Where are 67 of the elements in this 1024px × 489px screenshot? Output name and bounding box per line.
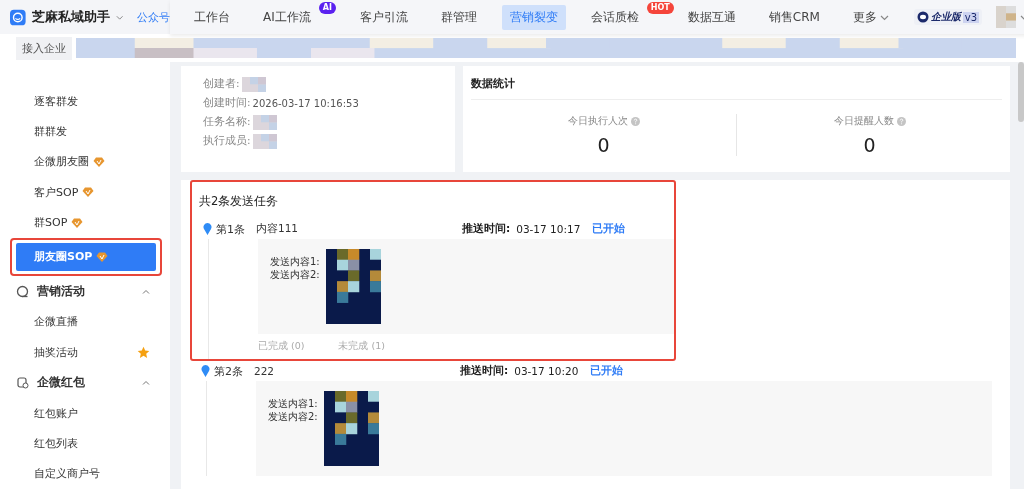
status-label: 已开始 (590, 364, 624, 378)
diamond-icon (93, 155, 105, 168)
diamond-icon (71, 216, 84, 229)
caret-icon[interactable] (142, 287, 150, 296)
content-label: 发送内容2: (268, 410, 318, 423)
help-icon (630, 116, 640, 126)
stat-value: 0 (597, 134, 610, 156)
content-label: 发送内容1: (270, 255, 320, 268)
content-label: 发送内容2: (270, 268, 320, 281)
sidebar-item[interactable]: 逐客群发 (0, 86, 170, 117)
status-label: 已开始 (592, 222, 626, 236)
stat-label: 今日执行人次 (567, 114, 628, 128)
stat-value: 0 (863, 134, 876, 156)
push-time: 03-17 10:17 (516, 223, 582, 235)
nav-tab[interactable]: 数据互通 (679, 4, 744, 30)
caret-icon[interactable] (142, 378, 150, 387)
task-content: 内容111 (256, 222, 300, 236)
star-icon (137, 345, 150, 359)
stat-label: 今日提醒人数 (833, 114, 894, 128)
nav-tab[interactable]: 会话质检 (582, 4, 647, 30)
sidebar-item[interactable]: 群SOP (0, 207, 170, 238)
field-label: 创建时间: (203, 96, 251, 110)
task-index: 第2条 (214, 363, 244, 379)
nav-tab[interactable]: 更多 (844, 4, 897, 30)
help-icon (896, 116, 906, 126)
sidebar-item[interactable]: 企微直播 (0, 306, 170, 338)
sidebar-item[interactable]: 自定义商户号 (0, 458, 170, 489)
version-label: v3 (962, 11, 980, 23)
sidebar-item[interactable]: 抽奖活动 (0, 337, 170, 368)
sidebar-item[interactable]: 群群发 (0, 116, 170, 147)
activity-icon (16, 285, 29, 299)
field-label: 推送时间: (460, 364, 509, 378)
sidebar-item[interactable]: 朋友圈SOP (16, 242, 156, 271)
edition-label: 企业版 (930, 10, 961, 24)
nav-tab[interactable]: 客户引流 (351, 4, 416, 30)
section-label[interactable]: 营销活动 (37, 283, 85, 301)
card-title: 数据统计 (471, 76, 1002, 100)
location-pin-icon (203, 223, 212, 235)
nav-tab[interactable]: 销售CRM (760, 4, 828, 30)
field-label: 推送时间: (462, 222, 511, 236)
tag-badge: HOT (646, 1, 674, 14)
content-label: 发送内容1: (268, 397, 318, 410)
diamond-icon (96, 250, 109, 263)
sidebar-item[interactable]: 企微朋友圈 (0, 146, 170, 178)
tag-badge: AI (318, 1, 336, 14)
nav-tab[interactable]: AI工作流 (255, 4, 319, 30)
task-content: 222 (254, 365, 276, 377)
field-label: 创建者: (203, 77, 240, 91)
scrollbar[interactable] (1018, 62, 1024, 122)
company-chip[interactable]: 接入企业 (16, 36, 72, 60)
field-value: 2026-03-17 10:16:53 (252, 97, 359, 109)
task-index: 第1条 (216, 221, 246, 237)
field-label: 执行成员: (203, 134, 251, 148)
diamond-icon (82, 186, 95, 199)
sidebar-item[interactable]: 红包列表 (0, 428, 170, 459)
app-name: 芝麻私域助手 (31, 8, 110, 26)
section-title: 共2条发送任务 (198, 193, 280, 210)
section-label[interactable]: 企微红包 (37, 374, 85, 392)
push-time: 03-17 10:20 (514, 365, 580, 377)
account-link[interactable]: 公众号 (137, 9, 170, 25)
nav-tab[interactable]: 工作台 (186, 4, 238, 30)
sidebar-item[interactable]: 客户SOP (0, 177, 170, 208)
field-label: 任务名称: (203, 115, 251, 129)
sidebar-item[interactable]: 红包账户 (0, 397, 170, 429)
chat-bubble-icon (916, 11, 929, 23)
nav-tab[interactable]: 群管理 (432, 4, 485, 30)
app-logo-icon (10, 7, 26, 27)
